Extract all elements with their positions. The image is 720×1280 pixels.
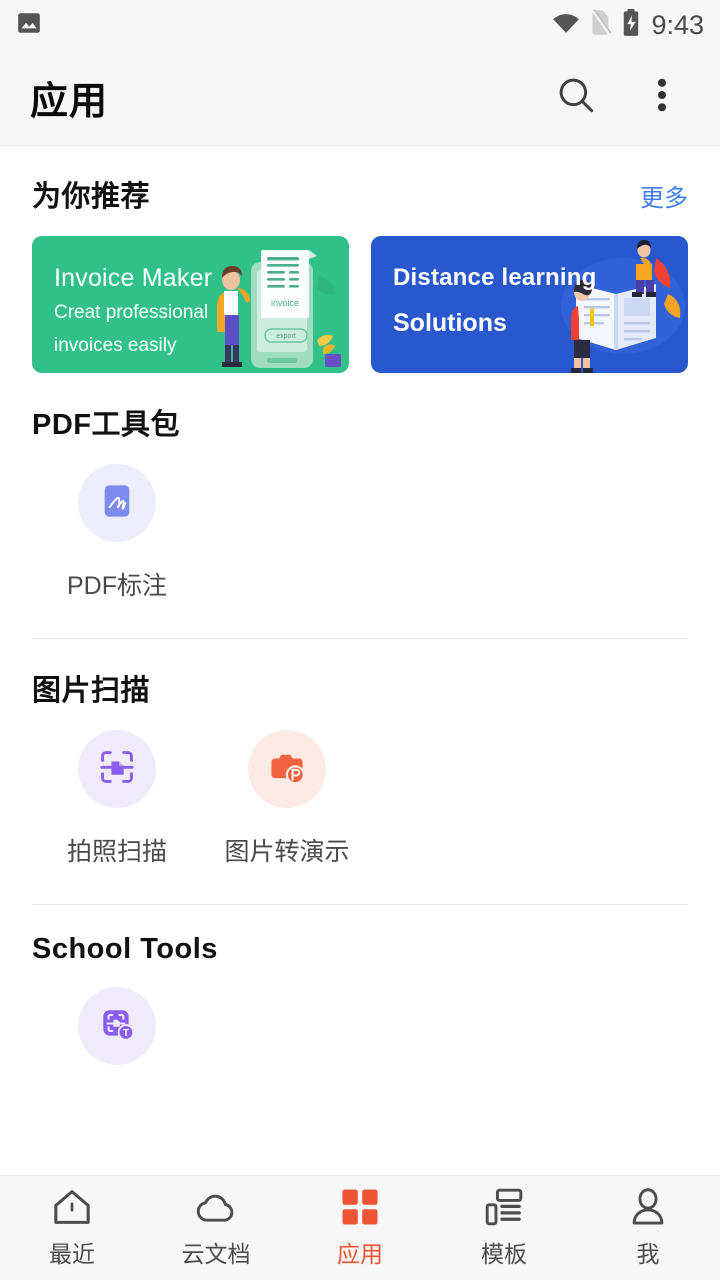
icon-tile bbox=[78, 730, 156, 808]
app-bar-actions bbox=[548, 70, 690, 126]
icon-tile bbox=[248, 730, 326, 808]
banner-subtitle-line2: invoices easily bbox=[54, 334, 177, 356]
search-icon bbox=[555, 74, 597, 121]
scan-to-text-icon: T bbox=[98, 1005, 136, 1048]
page-title: 应用 bbox=[30, 81, 109, 123]
banner-text: Distance learning Solutions bbox=[393, 264, 596, 338]
wifi-icon bbox=[552, 11, 580, 40]
app-screen: 9:43 应用 为你推荐 更多 Invoice Maker Creat prof… bbox=[0, 0, 720, 1280]
app-item-label: PDF标注 bbox=[66, 572, 167, 600]
photo-to-slides-icon bbox=[267, 747, 307, 792]
section-school-tools: School Tools T bbox=[0, 905, 720, 1095]
nav-item-apps[interactable]: 应用 bbox=[288, 1188, 432, 1269]
status-bar-left bbox=[16, 10, 42, 41]
battery-charging-icon bbox=[622, 8, 640, 42]
nav-item-cloud-docs[interactable]: 云文档 bbox=[144, 1188, 288, 1269]
more-vertical-icon bbox=[647, 74, 677, 121]
person-icon bbox=[628, 1187, 668, 1226]
svg-text:invoice: invoice bbox=[271, 298, 299, 308]
content-scroll-area[interactable]: 为你推荐 更多 Invoice Maker Creat professional… bbox=[0, 147, 720, 1175]
nav-item-label: 应用 bbox=[337, 1240, 383, 1267]
app-item-scan-to-text[interactable]: T bbox=[32, 987, 202, 1089]
status-bar-right: 9:43 bbox=[552, 8, 704, 42]
banner-invoice-maker[interactable]: Invoice Maker Creat professional invoice… bbox=[32, 236, 349, 373]
nav-item-recent[interactable]: 最近 bbox=[0, 1188, 144, 1269]
template-icon bbox=[484, 1188, 524, 1226]
nav-item-label: 我 bbox=[636, 1240, 660, 1267]
section-title: School Tools bbox=[32, 933, 218, 965]
banner-title: Invoice Maker bbox=[54, 264, 213, 292]
image-icon bbox=[16, 10, 42, 41]
pdf-annotate-icon bbox=[98, 482, 136, 525]
section-grid: T bbox=[32, 966, 688, 1095]
section-image-scan: 图片扫描 拍照扫描 图片转演示 bbox=[0, 639, 720, 874]
banner-subtitle-line1: Solutions bbox=[393, 309, 507, 337]
banner-subtitle-line1: Creat professional bbox=[54, 302, 209, 323]
app-item-camera-scan[interactable]: 拍照扫描 bbox=[32, 730, 202, 868]
section-grid: 拍照扫描 图片转演示 bbox=[32, 709, 688, 874]
nav-item-templates[interactable]: 模板 bbox=[432, 1188, 576, 1269]
home-icon bbox=[52, 1188, 92, 1226]
bottom-navigation: 最近 云文档 应用 模板 我 bbox=[0, 1175, 720, 1280]
banner-text: Invoice Maker Creat professional invoice… bbox=[54, 264, 212, 358]
status-bar: 9:43 bbox=[0, 0, 720, 50]
nav-item-profile[interactable]: 我 bbox=[576, 1187, 720, 1269]
svg-text:T: T bbox=[123, 1028, 130, 1039]
status-bar-clock: 9:43 bbox=[651, 9, 704, 40]
app-item-photo-to-slides[interactable]: 图片转演示 bbox=[202, 730, 372, 868]
sim-off-icon bbox=[591, 9, 612, 41]
nav-item-label: 最近 bbox=[49, 1240, 95, 1267]
section-pdf-toolkit: PDF工具包 PDF标注 bbox=[0, 373, 720, 608]
svg-text:export: export bbox=[276, 333, 296, 340]
cloud-icon bbox=[194, 1188, 238, 1226]
recommend-title: 为你推荐 bbox=[32, 181, 151, 213]
banner-title: Distance learning bbox=[393, 264, 597, 291]
icon-tile: T bbox=[78, 987, 156, 1065]
icon-tile bbox=[78, 464, 156, 542]
app-item-label: 图片转演示 bbox=[224, 838, 350, 866]
nav-item-label: 云文档 bbox=[181, 1240, 251, 1267]
search-button[interactable] bbox=[548, 70, 604, 126]
app-item-label: 拍照扫描 bbox=[66, 838, 167, 866]
recommend-banner-row[interactable]: Invoice Maker Creat professional invoice… bbox=[0, 215, 720, 373]
app-item-pdf-annotate[interactable]: PDF标注 bbox=[32, 464, 202, 602]
invoice-illustration: invoice export bbox=[217, 250, 341, 368]
camera-scan-icon bbox=[97, 747, 137, 792]
recommend-more-link[interactable]: 更多 bbox=[640, 178, 688, 213]
grid-icon bbox=[340, 1188, 380, 1226]
overflow-menu-button[interactable] bbox=[634, 70, 690, 126]
banner-distance-learning[interactable]: Distance learning Solutions bbox=[371, 236, 688, 373]
recommend-header: 为你推荐 更多 bbox=[0, 147, 720, 215]
section-grid: PDF标注 bbox=[32, 443, 688, 608]
app-bar: 应用 bbox=[0, 50, 720, 146]
section-title: 图片扫描 bbox=[32, 675, 151, 707]
section-title: PDF工具包 bbox=[32, 409, 181, 441]
nav-item-label: 模板 bbox=[481, 1240, 527, 1267]
